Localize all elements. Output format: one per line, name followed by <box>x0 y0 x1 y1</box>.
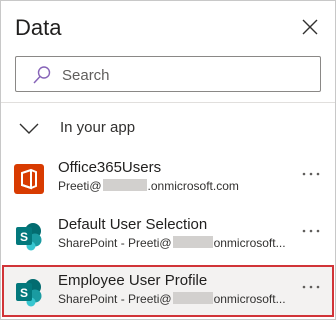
svg-text:S: S <box>20 230 28 244</box>
list-item-office365users[interactable]: Office365Users Preeti@ .onmicrosoft.com <box>1 155 335 207</box>
item-name: Default User Selection <box>58 216 208 233</box>
svg-text:S: S <box>20 286 28 300</box>
redacted-text <box>172 236 213 248</box>
search-icon <box>33 66 51 84</box>
office-icon <box>14 164 44 194</box>
divider <box>1 102 335 103</box>
section-in-your-app[interactable]: In your app <box>17 115 317 143</box>
sharepoint-icon: S <box>16 223 42 251</box>
more-options-icon[interactable] <box>301 226 321 236</box>
more-options-icon[interactable] <box>301 169 321 179</box>
section-label: In your app <box>60 119 136 136</box>
list-item-employee-user-profile[interactable]: S Employee User Profile SharePoint - Pre… <box>1 268 335 320</box>
pane-title: Data <box>15 15 62 40</box>
item-account: SharePoint - Preeti@ onmicrosoft... <box>58 292 286 306</box>
item-name: Employee User Profile <box>58 272 208 289</box>
list-item-default-user-selection[interactable]: S Default User Selection SharePoint - Pr… <box>1 212 335 264</box>
pane-header: Data <box>15 12 325 44</box>
redacted-text <box>102 179 147 191</box>
close-icon <box>302 19 318 35</box>
more-options-icon[interactable] <box>301 282 321 292</box>
chevron-down-icon <box>19 123 39 134</box>
item-account: Preeti@ .onmicrosoft.com <box>58 179 239 193</box>
search-input[interactable] <box>60 63 314 87</box>
data-pane: Data In your app Office365Users Preeti@.… <box>0 0 336 320</box>
search-box[interactable] <box>15 56 321 92</box>
close-button[interactable] <box>299 16 321 38</box>
sharepoint-icon: S <box>16 279 42 307</box>
item-account: SharePoint - Preeti@ onmicrosoft... <box>58 236 286 250</box>
item-name: Office365Users <box>58 159 162 176</box>
redacted-text <box>172 292 213 304</box>
